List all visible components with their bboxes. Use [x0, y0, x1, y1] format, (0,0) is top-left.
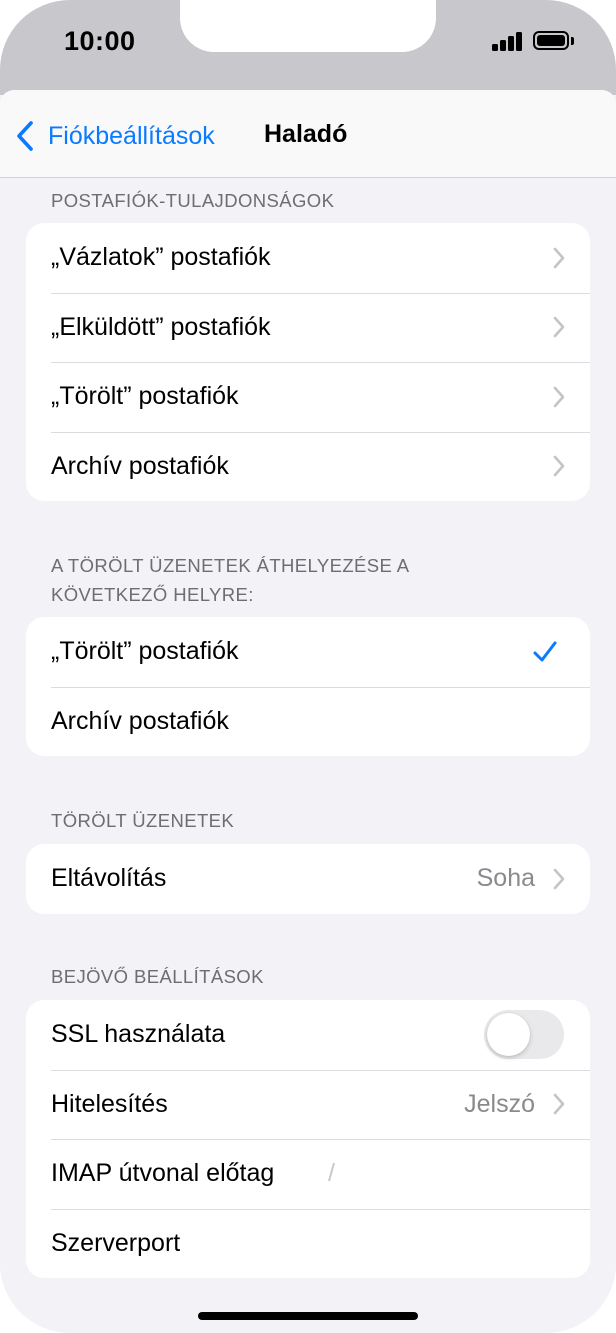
chevron-right-icon	[553, 316, 565, 338]
chevron-right-icon	[553, 1093, 565, 1115]
toggle-knob	[487, 1013, 530, 1057]
battery-icon	[533, 31, 569, 50]
row-label: SSL használata	[51, 1020, 226, 1049]
authentication-row[interactable]: Hitelesítés Jelszó	[26, 1069, 590, 1140]
section-header-line: A TÖRÖLT ÜZENETEK ÁTHELYEZÉSE A	[51, 555, 410, 576]
move-deleted-group: „Törölt” postafiók Archív postafiók	[26, 617, 590, 756]
remove-row[interactable]: Eltávolítás Soha	[26, 844, 590, 914]
chevron-right-icon	[553, 455, 565, 477]
camera-notch	[180, 0, 436, 52]
section-header-move-deleted: A TÖRÖLT ÜZENETEK ÁTHELYEZÉSE A KÖVETKEZ…	[51, 551, 410, 609]
chevron-right-icon	[553, 868, 565, 890]
deleted-mailbox-row[interactable]: „Törölt” postafiók	[26, 362, 590, 432]
ssl-row: SSL használata	[26, 1000, 590, 1070]
page-title: Haladó	[264, 120, 348, 148]
row-label: „Vázlatok” postafiók	[51, 243, 271, 272]
checkmark-icon	[533, 641, 557, 662]
row-label: Eltávolítás	[51, 864, 167, 893]
settings-sheet: Fiókbeállítások Haladó POSTAFIÓK-TULAJDO…	[0, 90, 616, 1333]
section-header-deleted-messages: TÖRÖLT ÜZENETEK	[51, 810, 235, 831]
chevron-right-icon	[553, 247, 565, 269]
row-label: Archív postafiók	[51, 706, 229, 735]
section-header-incoming-settings: BEJÖVŐ BEÁLLÍTÁSOK	[51, 966, 264, 987]
ssl-toggle[interactable]	[484, 1010, 564, 1060]
row-label: „Törölt” postafiók	[51, 382, 239, 411]
home-indicator	[198, 1312, 418, 1320]
row-label: „Elküldött” postafiók	[51, 312, 271, 341]
battery-cap	[571, 37, 574, 45]
chevron-right-icon	[553, 386, 565, 408]
status-time: 10:00	[64, 26, 136, 56]
back-button-label: Fiókbeállítások	[48, 121, 215, 150]
imap-prefix-input[interactable]: /	[328, 1159, 335, 1188]
deleted-messages-group: Eltávolítás Soha	[26, 844, 590, 914]
row-label: „Törölt” postafiók	[51, 637, 239, 666]
mailbox-properties-group: „Vázlatok” postafiók „Elküldött” postafi…	[26, 223, 590, 501]
phone-screen: 10:00 Fiókbeállítások Haladó POSTAFIÓK-T…	[0, 0, 616, 1333]
row-value: Soha	[476, 864, 535, 893]
row-label: IMAP útvonal előtag	[51, 1159, 275, 1188]
server-port-row[interactable]: Szerverport	[26, 1208, 590, 1279]
section-header-mailbox-properties: POSTAFIÓK-TULAJDONSÁGOK	[51, 190, 335, 211]
row-label: Hitelesítés	[51, 1089, 168, 1118]
back-button[interactable]: Fiókbeállítások	[12, 116, 215, 156]
cellular-signal-icon	[492, 31, 524, 51]
status-bar: 10:00	[0, 0, 616, 95]
row-value: Jelszó	[464, 1089, 535, 1118]
option-archive-mailbox[interactable]: Archív postafiók	[26, 686, 590, 757]
row-label: Archív postafiók	[51, 451, 229, 480]
option-deleted-mailbox[interactable]: „Törölt” postafiók	[26, 617, 590, 687]
section-header-line: KÖVETKEZŐ HELYRE:	[51, 584, 254, 605]
imap-prefix-row[interactable]: IMAP útvonal előtag /	[26, 1139, 590, 1209]
archive-mailbox-row[interactable]: Archív postafiók	[26, 431, 590, 502]
battery-level	[537, 35, 565, 46]
sent-mailbox-row[interactable]: „Elküldött” postafiók	[26, 292, 590, 363]
navigation-bar: Fiókbeállítások Haladó	[0, 90, 616, 178]
incoming-settings-group: SSL használata Hitelesítés Jelszó IMAP ú…	[26, 1000, 590, 1278]
chevron-left-icon	[17, 121, 33, 151]
row-label: Szerverport	[51, 1228, 181, 1257]
drafts-mailbox-row[interactable]: „Vázlatok” postafiók	[26, 223, 590, 293]
